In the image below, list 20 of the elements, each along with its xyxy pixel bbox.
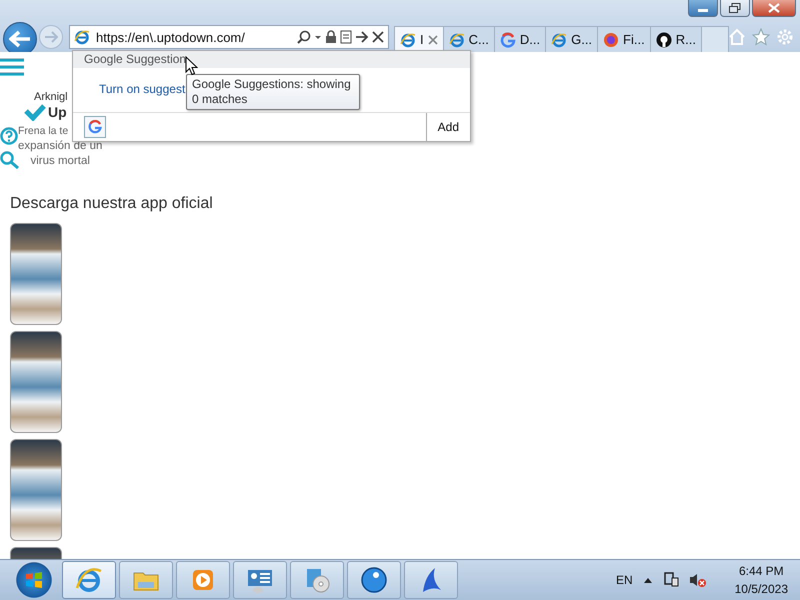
article-text: virus mortal — [29, 154, 91, 169]
address-bar[interactable]: https://en\.uptodown.com/ — [69, 25, 389, 49]
add-button[interactable]: Add — [426, 113, 470, 141]
browser-tab[interactable]: I — [394, 26, 444, 52]
article-title[interactable]: Arknigl — [34, 91, 72, 103]
article-text: Frena la te — [18, 124, 68, 139]
clock[interactable]: 6:44 PM 10/5/2023 — [730, 562, 792, 598]
browser-tab[interactable]: Fi... — [597, 26, 651, 52]
section-heading: Descarga nuestra app oficial — [10, 195, 214, 213]
url-text: https://en\.uptodown.com/ — [96, 30, 246, 44]
browser-tab[interactable]: C... — [442, 26, 495, 52]
article-text: expansión de un — [18, 139, 102, 154]
browser-tab[interactable]: R... — [650, 26, 702, 52]
suggestions-header: Google Suggestion — [73, 51, 470, 68]
turn-on-suggestions-link[interactable]: Turn on suggest — [99, 82, 186, 96]
tooltip: Google Suggestions: showing 0 matches — [186, 74, 360, 110]
logo-text: Up — [48, 104, 67, 120]
browser-tab[interactable]: D... — [494, 26, 546, 52]
browser-tab[interactable]: G... — [545, 26, 598, 52]
language-indicator[interactable]: EN — [616, 573, 633, 587]
